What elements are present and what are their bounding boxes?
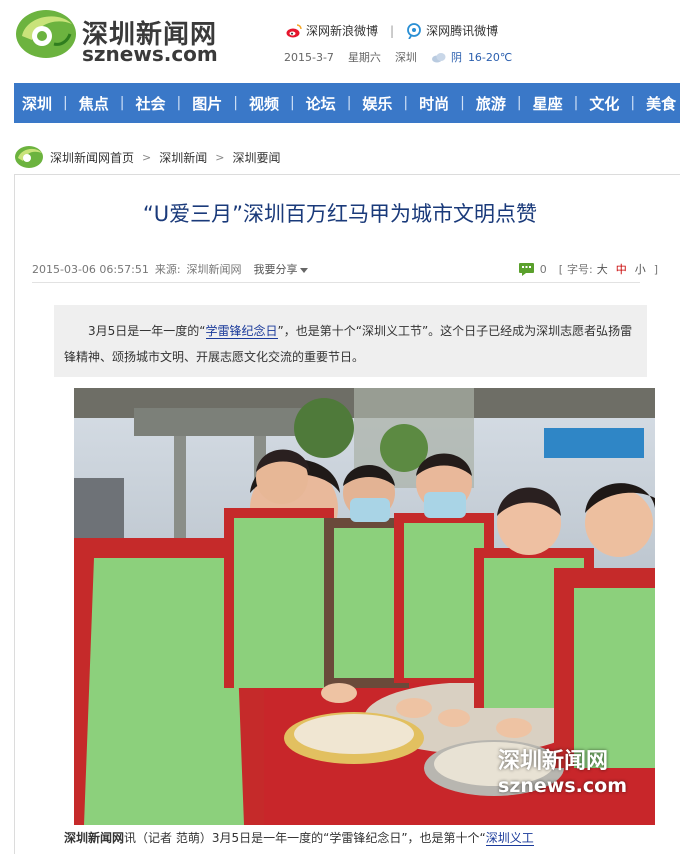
breadcrumb-shenzhen-headlines[interactable]: 深圳要闻 [232, 149, 280, 166]
tencent-weibo-icon [407, 22, 421, 39]
summary-text-pre: 3月5日是一年一度的“ [88, 324, 206, 338]
article-summary: 3月5日是一年一度的“学雷锋纪念日”，也是第十个“深圳义工节”。这个日子已经成为… [54, 305, 647, 377]
nav-item-focus[interactable]: 焦点 [79, 93, 109, 114]
social-links: 深网新浪微博 | 深网腾讯微博 [286, 22, 498, 39]
breadcrumb-shenzhen-news[interactable]: 深圳新闻 [159, 149, 207, 166]
meta-divider [32, 282, 640, 283]
article-tools: 0 [ 字号: 大 中 小 ] [518, 258, 658, 280]
sina-weibo-icon [286, 23, 302, 37]
font-size-open-bracket: [ [558, 262, 563, 276]
chevron-right-icon: > [142, 150, 152, 164]
font-size-small[interactable]: 小 [635, 261, 646, 277]
home-leaf-icon [15, 146, 43, 168]
nav-item-shenzhen[interactable]: 深圳 [22, 93, 52, 114]
nav-item-video[interactable]: 视频 [249, 93, 279, 114]
nav-item-forum[interactable]: 论坛 [306, 93, 336, 114]
dateline: 2015-3-7 星期六 深圳 阴 16-20℃ [284, 49, 512, 65]
nav-item-culture[interactable]: 文化 [589, 93, 619, 114]
article-meta: 2015-03-06 06:57:51 来源: 深圳新闻网 我要分享 0 [ 字… [32, 258, 658, 280]
nav-item-pictures[interactable]: 图片 [192, 93, 222, 114]
weather-condition: 阴 [450, 51, 462, 64]
nav-item-travel[interactable]: 旅游 [476, 93, 506, 114]
source-label: 来源: [154, 263, 181, 276]
tencent-weibo-link[interactable]: 深网腾讯微博 [426, 22, 498, 39]
nav-item-entertainment[interactable]: 娱乐 [362, 93, 392, 114]
photo-watermark: 深圳新闻网 sznews.com [498, 743, 627, 797]
logo-swirl-icon [16, 10, 76, 58]
current-date: 2015-3-7 [284, 50, 334, 64]
font-size-label: 字号: [566, 263, 593, 276]
chevron-right-icon: > [215, 150, 225, 164]
leifeng-day-link[interactable]: 学雷锋纪念日 [205, 324, 278, 339]
city: 深圳 [394, 51, 417, 64]
nav-item-food[interactable]: 美食 [646, 93, 676, 114]
social-divider: | [390, 23, 395, 38]
body-text: 讯（记者 范萌）3月5日是一年一度的“学雷锋纪念日”，也是第十个“ [124, 831, 486, 845]
nav-item-society[interactable]: 社会 [135, 93, 165, 114]
main-nav: 深圳 | 焦点 | 社会 | 图片 | 视频 | 论坛 | 娱乐 | 时尚 | 旅游 | 星座 | … [14, 83, 680, 123]
share-label: 我要分享 [253, 263, 298, 276]
font-size-large[interactable]: 大 [597, 261, 608, 277]
watermark-cn: 深圳新闻网 [498, 749, 609, 774]
temperature: 16-20℃ [467, 50, 513, 64]
cloud-icon [431, 52, 446, 62]
publish-datetime: 2015-03-06 06:57:51 [32, 262, 149, 276]
body-source: 深圳新闻网 [64, 831, 125, 845]
breadcrumb-home[interactable]: 深圳新闻网首页 [50, 149, 134, 166]
source-name: 深圳新闻网 [186, 263, 242, 276]
volunteer-festival-link[interactable]: 深圳义工 [485, 831, 534, 846]
site-logo[interactable]: 深圳新闻网 sznews.com [14, 6, 234, 66]
weekday: 星期六 [347, 51, 381, 64]
share-button[interactable]: 我要分享 [254, 261, 308, 277]
font-size-medium[interactable]: 中 [616, 261, 627, 277]
article-title: “U爱三月”深圳百万红马甲为城市文明点赞 [142, 202, 538, 226]
nav-item-fashion[interactable]: 时尚 [419, 93, 449, 114]
sina-weibo-link[interactable]: 深网新浪微博 [306, 22, 378, 39]
comment-icon[interactable] [518, 262, 534, 276]
breadcrumb: 深圳新闻网首页 > 深圳新闻 > 深圳要闻 [14, 143, 280, 171]
article-body-first-line: 深圳新闻网讯（记者 范萌）3月5日是一年一度的“学雷锋纪念日”，也是第十个“深圳… [64, 829, 680, 846]
caret-down-icon [299, 267, 308, 273]
article-photo: 深圳新闻网 sznews.com [74, 388, 655, 825]
font-size-close-bracket: ] [653, 262, 658, 276]
comment-count[interactable]: 0 [540, 263, 547, 276]
logo-text-en: sznews.com [82, 42, 218, 66]
watermark-en: sznews.com [498, 775, 627, 797]
nav-item-horoscope[interactable]: 星座 [533, 93, 563, 114]
